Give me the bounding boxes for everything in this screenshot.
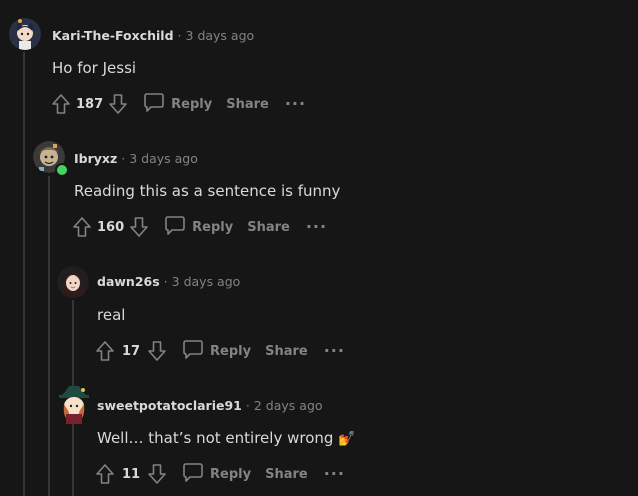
avatar[interactable] <box>57 384 89 424</box>
reply-label: Reply <box>210 343 252 359</box>
vote-score: 187 <box>76 96 104 112</box>
comment-body-text: Well… that’s not entirely wrong <box>97 429 334 447</box>
share-button[interactable]: Share <box>226 97 269 112</box>
reply-button[interactable]: Reply <box>143 91 212 117</box>
reply-label: Reply <box>210 466 252 482</box>
nail-polish-emoji: 💅 <box>338 431 356 447</box>
timestamp[interactable]: 3 days ago <box>186 28 255 43</box>
upvote-icon[interactable] <box>94 462 116 486</box>
author-name[interactable]: dawn26s <box>97 274 160 289</box>
comment-meta: sweetpotatoclarie91 · 2 days ago <box>97 398 323 414</box>
meta-separator: · <box>163 274 168 289</box>
reply-button[interactable]: Reply <box>182 338 251 364</box>
comment-meta: dawn26s · 3 days ago <box>97 274 240 290</box>
meta-separator: · <box>121 151 126 166</box>
thread-line-level-2[interactable] <box>48 176 50 496</box>
reply-button[interactable]: Reply <box>164 214 233 240</box>
downvote-icon[interactable] <box>146 339 168 363</box>
author-name[interactable]: sweetpotatoclarie91 <box>97 398 242 413</box>
upvote-icon[interactable] <box>50 92 72 116</box>
reply-label: Reply <box>171 96 213 112</box>
comment-meta: Ibryxz · 3 days ago <box>74 151 198 167</box>
author-name[interactable]: Ibryxz <box>74 151 117 166</box>
comment-body: Well… that’s not entirely wrong 💅 <box>97 428 356 449</box>
comment-bubble-icon <box>182 461 204 487</box>
upvote-icon[interactable] <box>71 215 93 239</box>
share-button[interactable]: Share <box>265 344 308 359</box>
comment-actions: 187 Reply Share ··· <box>50 92 306 116</box>
comment-meta: Kari-The-Foxchild · 3 days ago <box>52 28 254 44</box>
vote-score: 160 <box>97 219 125 235</box>
share-button[interactable]: Share <box>265 467 308 482</box>
vote-score: 17 <box>121 343 141 359</box>
timestamp[interactable]: 3 days ago <box>172 274 241 289</box>
comment-actions: 17 Reply Share ··· <box>94 339 345 363</box>
vote-score: 11 <box>121 466 141 482</box>
timestamp[interactable]: 3 days ago <box>129 151 198 166</box>
author-name[interactable]: Kari-The-Foxchild <box>52 28 174 43</box>
more-icon[interactable]: ··· <box>285 96 306 112</box>
downvote-icon[interactable] <box>128 215 150 239</box>
avatar[interactable] <box>57 266 89 298</box>
downvote-icon[interactable] <box>146 462 168 486</box>
comment-actions: 160 Reply Share ··· <box>71 215 327 239</box>
comment-bubble-icon <box>182 338 204 364</box>
meta-separator: · <box>245 398 250 413</box>
thread-line-level-1[interactable] <box>23 52 25 496</box>
more-icon[interactable]: ··· <box>324 343 345 359</box>
comment-bubble-icon <box>143 91 165 117</box>
reply-button[interactable]: Reply <box>182 461 251 487</box>
comment-body: Reading this as a sentence is funny <box>74 182 341 200</box>
online-status-indicator <box>55 163 69 177</box>
comment-body: real <box>97 306 126 324</box>
downvote-icon[interactable] <box>107 92 129 116</box>
comment-bubble-icon <box>164 214 186 240</box>
avatar[interactable] <box>9 18 41 50</box>
upvote-icon[interactable] <box>94 339 116 363</box>
reply-label: Reply <box>192 219 234 235</box>
meta-separator: · <box>177 28 182 43</box>
more-icon[interactable]: ··· <box>324 466 345 482</box>
comment-actions: 11 Reply Share ··· <box>94 462 345 486</box>
more-icon[interactable]: ··· <box>306 219 327 235</box>
comment-body: Ho for Jessi <box>52 59 137 77</box>
timestamp[interactable]: 2 days ago <box>254 398 323 413</box>
share-button[interactable]: Share <box>247 220 290 235</box>
